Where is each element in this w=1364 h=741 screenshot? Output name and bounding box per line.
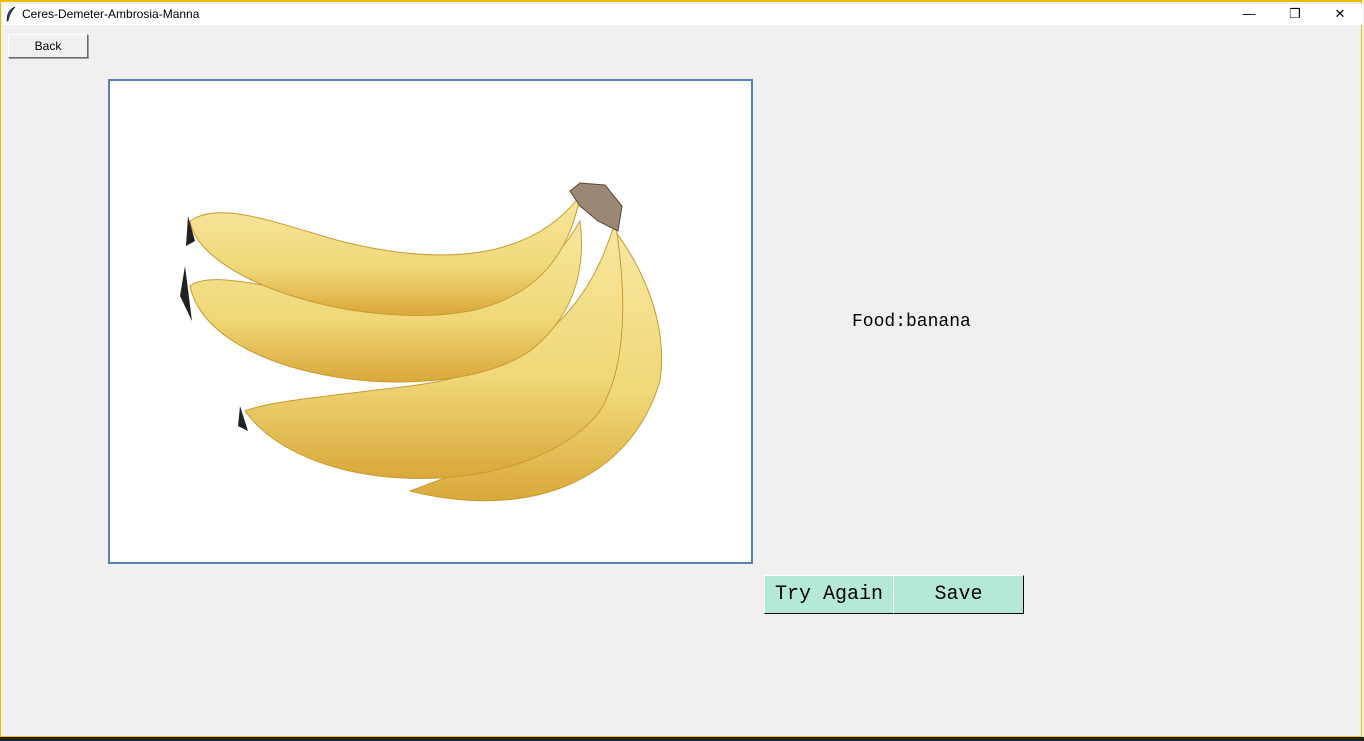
food-image [108, 79, 753, 564]
banana-image [180, 182, 662, 502]
window-title: Ceres-Demeter-Ambrosia-Manna [22, 7, 200, 21]
taskbar-edge [0, 737, 1364, 741]
title-bar[interactable]: Ceres-Demeter-Ambrosia-Manna — ❐ ✕ [2, 4, 1363, 25]
close-button[interactable]: ✕ [1317, 4, 1363, 25]
back-button[interactable]: Back [8, 34, 88, 58]
restore-button[interactable]: ❐ [1272, 4, 1318, 25]
try-again-button[interactable]: Try Again [764, 575, 894, 614]
feather-icon [6, 6, 16, 22]
minimize-button[interactable]: — [1226, 4, 1272, 25]
save-button[interactable]: Save [893, 575, 1024, 614]
food-result-label: Food:banana [852, 312, 971, 332]
